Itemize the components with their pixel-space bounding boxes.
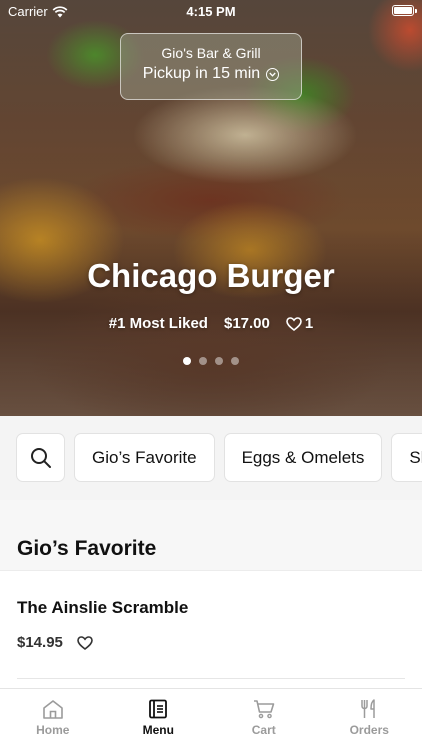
pickup-eta: Pickup in 15 min <box>121 65 301 83</box>
category-chip[interactable]: Gio’s Favorite <box>74 433 215 482</box>
fork-knife-icon <box>361 699 375 718</box>
menu-item[interactable]: The Ainslie Scramble $14.95 <box>0 570 422 690</box>
chevron-down-icon <box>266 67 280 81</box>
featured-item-meta: #1 Most Liked $17.00 1 <box>0 315 422 332</box>
tab-menu[interactable]: Menu <box>106 689 212 750</box>
pickup-eta-label: Pickup in 15 min <box>142 65 261 82</box>
restaurant-name: Gio's Bar & Grill <box>161 45 261 61</box>
category-chip[interactable]: Eggs & Omelets <box>223 433 383 482</box>
menu-item-name: The Ainslie Scramble <box>17 598 189 617</box>
menu-book-icon <box>149 699 168 719</box>
home-icon <box>42 700 63 719</box>
battery-icon <box>392 5 417 16</box>
menu-item-meta: $14.95 <box>17 634 93 651</box>
tab-orders[interactable]: Orders <box>317 689 422 750</box>
tab-label: Menu <box>142 723 174 737</box>
carousel-pagination[interactable] <box>0 357 422 365</box>
heart-icon <box>286 316 302 331</box>
tab-home[interactable]: Home <box>0 689 106 750</box>
section-title: Gio’s Favorite <box>17 537 157 560</box>
carousel-dot[interactable] <box>199 357 207 365</box>
carousel-dot[interactable] <box>183 357 191 365</box>
featured-like-count: 1 <box>304 315 314 332</box>
category-list: Gio’s Favorite Eggs & Omelets Sk <box>16 433 422 482</box>
pickup-selector[interactable]: Gio's Bar & Grill Pickup in 15 min <box>120 33 302 100</box>
app-screen: Carrier 4:15 PM Gio's Bar & Grill Pickup… <box>0 0 422 750</box>
featured-rank: #1 Most Liked <box>108 315 208 332</box>
section-header: Gio’s Favorite <box>0 500 422 570</box>
divider <box>17 678 405 679</box>
category-bar: Gio’s Favorite Eggs & Omelets Sk <box>0 416 422 500</box>
tab-cart[interactable]: Cart <box>211 689 317 750</box>
category-chip[interactable]: Sk <box>391 433 422 482</box>
tab-bar: Home Menu Cart Orders <box>0 688 422 750</box>
featured-price: $17.00 <box>223 315 270 332</box>
tab-label: Orders <box>349 723 389 737</box>
cart-icon <box>253 700 275 719</box>
status-bar: Carrier 4:15 PM <box>0 0 422 24</box>
tab-label: Cart <box>251 723 276 737</box>
heart-icon[interactable] <box>77 635 93 650</box>
featured-like-button[interactable]: 1 <box>286 315 313 332</box>
tab-label: Home <box>36 723 70 737</box>
search-button[interactable] <box>16 433 65 482</box>
hero-banner[interactable]: Carrier 4:15 PM Gio's Bar & Grill Pickup… <box>0 0 422 416</box>
status-time: 4:15 PM <box>186 4 236 19</box>
menu-item-price: $14.95 <box>17 634 63 651</box>
featured-item-title: Chicago Burger <box>87 257 335 294</box>
carousel-dot[interactable] <box>231 357 239 365</box>
search-icon <box>30 447 51 468</box>
carousel-dot[interactable] <box>215 357 223 365</box>
